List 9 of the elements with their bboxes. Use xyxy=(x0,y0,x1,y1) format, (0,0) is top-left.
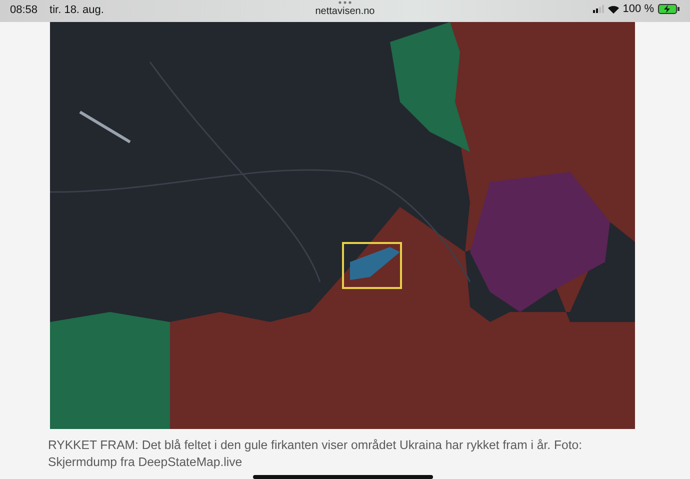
more-dots-icon[interactable] xyxy=(338,0,352,5)
status-date: tir. 18. aug. xyxy=(50,4,104,16)
battery-percent: 100 % xyxy=(622,3,654,15)
wifi-icon xyxy=(608,4,619,14)
signal-icon xyxy=(592,5,604,13)
image-caption: RYKKET FRAM: Det blå feltet i den gule firkanten viser området Ukraina har rykket fram i år. Foto: Skjermdump fra DeepStateMap.live xyxy=(48,437,583,471)
status-time: 08:58 xyxy=(10,4,38,16)
address-url[interactable]: nettavisen.no xyxy=(315,6,375,17)
battery-charging-icon xyxy=(658,4,680,14)
